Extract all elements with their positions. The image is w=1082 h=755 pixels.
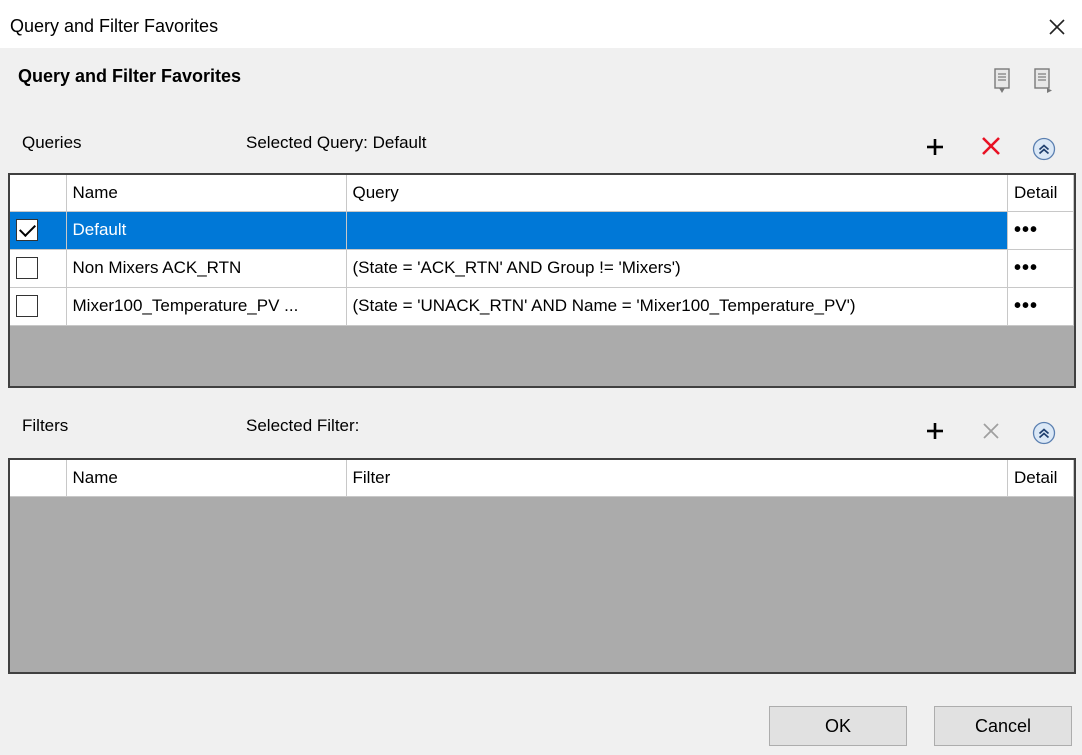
export-favorites-icon xyxy=(1034,68,1052,93)
query-expression-cell[interactable] xyxy=(346,211,1008,250)
table-row[interactable]: Non Mixers ACK_RTN (State = 'ACK_RTN' AN… xyxy=(10,249,1074,288)
queries-check-header xyxy=(10,175,67,212)
dialog-heading: Query and Filter Favorites xyxy=(18,66,242,86)
query-expression-cell[interactable]: (State = 'ACK_RTN' AND Group != 'Mixers'… xyxy=(346,249,1008,288)
import-favorites-button[interactable] xyxy=(990,66,1016,96)
export-favorites-button[interactable] xyxy=(1030,66,1056,96)
query-name-cell[interactable]: Default xyxy=(66,211,347,250)
collapse-queries-button[interactable] xyxy=(1030,134,1060,164)
queries-header-row: Name Query Detail xyxy=(10,175,1074,212)
row-checkbox[interactable] xyxy=(16,219,38,241)
filters-header-row: Name Filter Detail xyxy=(10,460,1074,497)
table-row[interactable]: Mixer100_Temperature_PV ... (State = 'UN… xyxy=(10,287,1074,326)
add-query-button[interactable] xyxy=(920,132,950,162)
queries-label: Queries xyxy=(22,133,82,152)
delete-filter-button[interactable] xyxy=(976,416,1006,446)
query-name-cell[interactable]: Mixer100_Temperature_PV ... xyxy=(66,287,347,326)
filters-table: Name Filter Detail xyxy=(10,460,1074,497)
selected-query-label: Selected Query: Default xyxy=(246,133,427,152)
collapse-filters-button[interactable] xyxy=(1030,418,1060,448)
queries-detail-header[interactable]: Detail xyxy=(1007,175,1074,212)
detail-ellipsis-button[interactable]: ••• xyxy=(1014,257,1038,279)
queries-grid: Name Query Detail Default ••• Non Mixers… xyxy=(8,173,1076,388)
filters-label: Filters xyxy=(22,416,69,435)
cancel-button[interactable]: Cancel xyxy=(934,706,1072,746)
filters-grid: Name Filter Detail xyxy=(8,458,1076,674)
detail-ellipsis-button[interactable]: ••• xyxy=(1014,295,1038,317)
collapse-up-icon xyxy=(1032,137,1056,161)
delete-x-icon xyxy=(982,137,1000,155)
close-button[interactable] xyxy=(1042,12,1072,42)
row-checkbox[interactable] xyxy=(16,295,38,317)
query-expression-cell[interactable]: (State = 'UNACK_RTN' AND Name = 'Mixer10… xyxy=(346,287,1008,326)
row-checkbox[interactable] xyxy=(16,257,38,279)
detail-ellipsis-button[interactable]: ••• xyxy=(1014,219,1038,241)
close-icon xyxy=(1049,19,1065,35)
filters-filter-header[interactable]: Filter xyxy=(346,460,1008,497)
collapse-up-icon xyxy=(1032,421,1056,445)
filters-check-header xyxy=(10,460,67,497)
filters-name-header[interactable]: Name xyxy=(66,460,347,497)
ok-button[interactable]: OK xyxy=(769,706,907,746)
table-row[interactable]: Default ••• xyxy=(10,211,1074,250)
queries-table: Name Query Detail Default ••• Non Mixers… xyxy=(10,175,1074,326)
query-name-cell[interactable]: Non Mixers ACK_RTN xyxy=(66,249,347,288)
plus-icon xyxy=(927,423,943,439)
plus-icon xyxy=(927,139,943,155)
delete-x-icon-disabled xyxy=(983,423,999,439)
filters-detail-header[interactable]: Detail xyxy=(1007,460,1074,497)
delete-query-button[interactable] xyxy=(976,131,1006,161)
queries-query-header[interactable]: Query xyxy=(346,175,1008,212)
window-title: Query and Filter Favorites xyxy=(10,16,219,36)
selected-filter-label: Selected Filter: xyxy=(246,416,360,435)
add-filter-button[interactable] xyxy=(920,416,950,446)
import-favorites-icon xyxy=(994,68,1010,93)
queries-name-header[interactable]: Name xyxy=(66,175,347,212)
